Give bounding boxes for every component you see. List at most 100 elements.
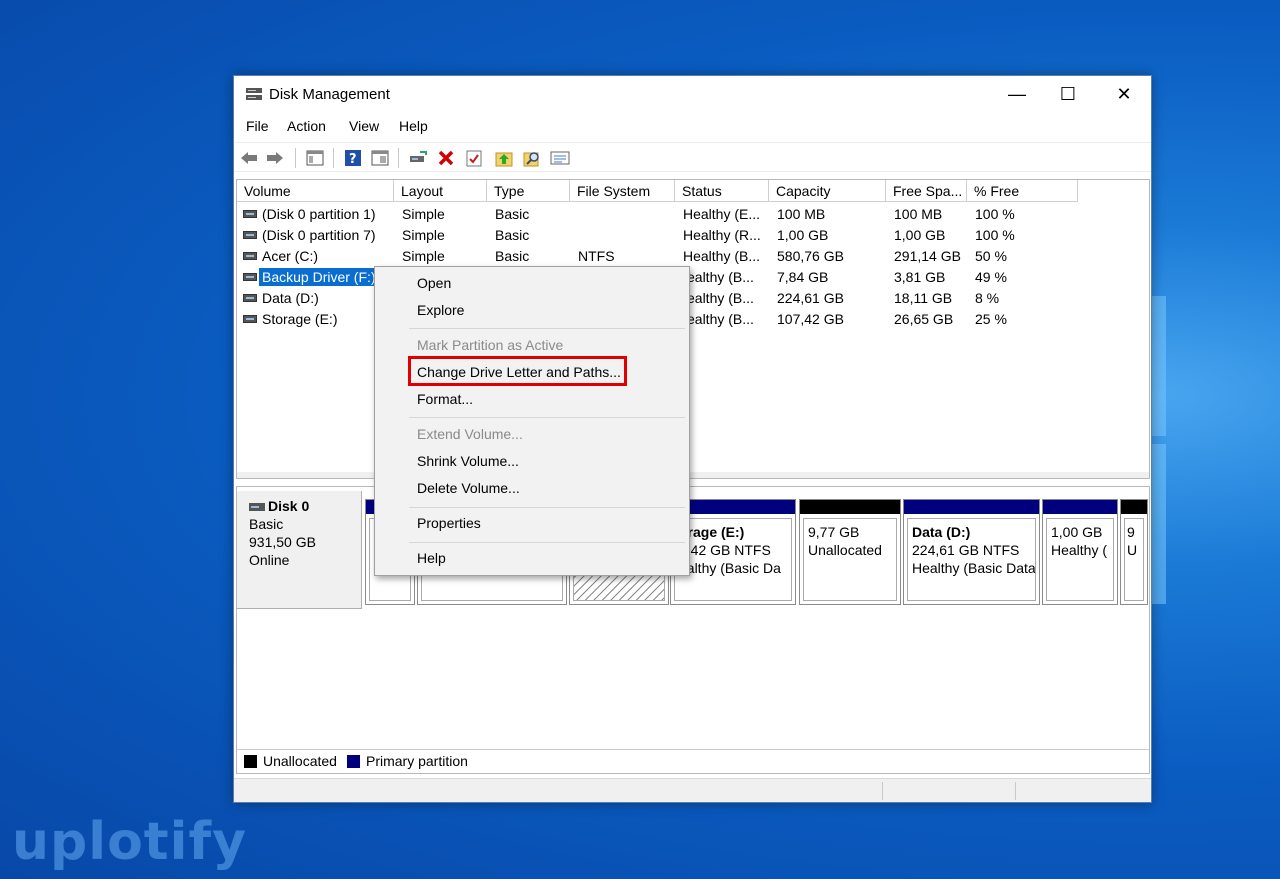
desktop-light-panel-lower [1152,444,1166,604]
back-icon[interactable] [238,147,260,169]
help-icon[interactable]: ? [342,147,364,169]
menu-action[interactable]: Action [287,118,326,134]
cell-capacity: 224,61 GB [777,290,844,306]
disk-state: Online [249,552,290,568]
column-header-type[interactable]: Type [487,180,570,202]
watermark-logo: uplotify [12,812,247,872]
menu-item-help[interactable]: Help [417,550,446,566]
partition-body: 9,77 GB Unallocated [803,518,897,601]
list-icon[interactable] [549,147,571,169]
disk-type: Basic [249,516,284,532]
cell-free-space: 18,11 GB [894,290,953,306]
cell-volume: (Disk 0 partition 1) [262,206,376,222]
column-header-free-space[interactable]: Free Spa... [886,180,967,202]
cell-status: ealthy (B... [687,269,754,285]
desktop-light-panel-upper [1152,296,1166,436]
partition-title: Data (D:) [912,524,971,540]
column-header-percent-free[interactable]: % Free [967,180,1078,202]
column-header-capacity[interactable]: Capacity [769,180,886,202]
cell-free-space: 1,00 GB [894,227,946,243]
menu-view[interactable]: View [349,118,379,134]
column-header-layout[interactable]: Layout [394,180,487,202]
menu-separator [409,417,685,418]
drive-icon [243,273,257,281]
partition-unallocated-end[interactable]: 9 U [1120,499,1148,605]
up-icon[interactable] [493,147,515,169]
legend-swatch-unallocated [244,755,257,768]
cell-layout: Simple [402,206,445,222]
cell-percent-free: 50 % [975,248,1007,264]
cell-free-space: 3,81 GB [894,269,946,285]
partition-unallocated[interactable]: 9,77 GB Unallocated [799,499,901,605]
console-icon[interactable] [369,147,391,169]
disk-management-window: Disk Management — ☐ ✕ File Action View H… [233,75,1152,803]
properties-icon[interactable] [463,147,485,169]
table-row[interactable]: (Disk 0 partition 1) Simple Basic Health… [237,204,1149,225]
legend-swatch-primary [347,755,360,768]
partition-size: 9 [1127,524,1135,540]
svg-text:?: ? [349,152,357,167]
drive-icon [243,315,257,323]
forward-icon[interactable] [264,147,286,169]
table-row[interactable]: Acer (C:) Simple Basic NTFS Healthy (B..… [237,246,1149,267]
toolbar-separator [295,148,296,168]
column-header-status[interactable]: Status [675,180,769,202]
disk-size: 931,50 GB [249,534,316,550]
menu-bar: File Action View Help [234,114,1151,140]
partition-body: 1,00 GB Healthy ( [1046,518,1114,601]
cell-percent-free: 25 % [975,311,1007,327]
cell-free-space: 100 MB [894,206,943,222]
menu-item-format[interactable]: Format... [417,391,473,407]
partition-bar [800,500,900,514]
drive-icon [243,231,257,239]
console-tree-icon[interactable] [304,147,326,169]
menu-separator [409,542,685,543]
menu-item-extend-volume: Extend Volume... [417,426,523,442]
partition-body: 9 U [1124,518,1144,601]
delete-icon[interactable] [435,147,457,169]
disk-name-line: Disk 0 [249,497,361,515]
menu-help[interactable]: Help [399,118,428,134]
connect-icon[interactable] [407,147,429,169]
cell-volume: Acer (C:) [262,248,318,264]
cell-capacity: 580,76 GB [777,248,844,264]
table-row[interactable]: (Disk 0 partition 7) Simple Basic Health… [237,225,1149,246]
partition-size: 9,77 GB [808,524,860,540]
partition-bar [904,500,1039,514]
cell-volume: Storage (E:) [262,311,338,327]
menu-item-shrink-volume[interactable]: Shrink Volume... [417,453,519,469]
menu-item-open[interactable]: Open [417,275,451,291]
drive-icon [243,210,257,218]
close-button[interactable]: ✕ [1096,76,1152,112]
cell-type: Basic [495,248,530,264]
partition-data-d[interactable]: Data (D:) 224,61 GB NTFS Healthy (Basic … [903,499,1040,605]
partition-size: 7,42 GB NTFS [679,542,771,558]
menu-item-explore[interactable]: Explore [417,302,464,318]
partition-body: orage (E:) 7,42 GB NTFS ealthy (Basic Da [674,518,792,601]
cell-status: ealthy (B... [687,311,754,327]
menu-item-properties[interactable]: Properties [417,515,481,531]
partition-size: 1,00 GB [1051,524,1103,540]
maximize-button[interactable]: ☐ [1040,76,1096,112]
partition-status: Unallocated [808,542,882,558]
title-bar: Disk Management — ☐ ✕ [234,76,1151,114]
column-header-volume[interactable]: Volume [237,180,394,202]
column-header-file-system[interactable]: File System [570,180,675,202]
disk-0-label[interactable]: Disk 0 Basic 931,50 GB Online [237,491,362,609]
partition-title: orage (E:) [679,524,745,540]
legend-label-primary: Primary partition [366,753,468,769]
partition-recovery[interactable]: 1,00 GB Healthy ( [1042,499,1118,605]
minimize-button[interactable]: — [989,76,1045,112]
menu-item-delete-volume[interactable]: Delete Volume... [417,480,520,496]
disk-name: Disk 0 [268,498,310,514]
cell-volume: (Disk 0 partition 7) [262,227,376,243]
cell-file-system: NTFS [578,248,615,264]
menu-file[interactable]: File [246,118,269,134]
toolbar-separator [333,148,334,168]
status-separator [1015,782,1016,800]
cell-volume: Backup Driver (F:) [259,268,379,286]
partition-status: Healthy (Basic Data [912,560,1036,576]
cell-free-space: 291,14 GB [894,248,961,264]
search-icon[interactable] [521,147,543,169]
cell-layout: Simple [402,248,445,264]
